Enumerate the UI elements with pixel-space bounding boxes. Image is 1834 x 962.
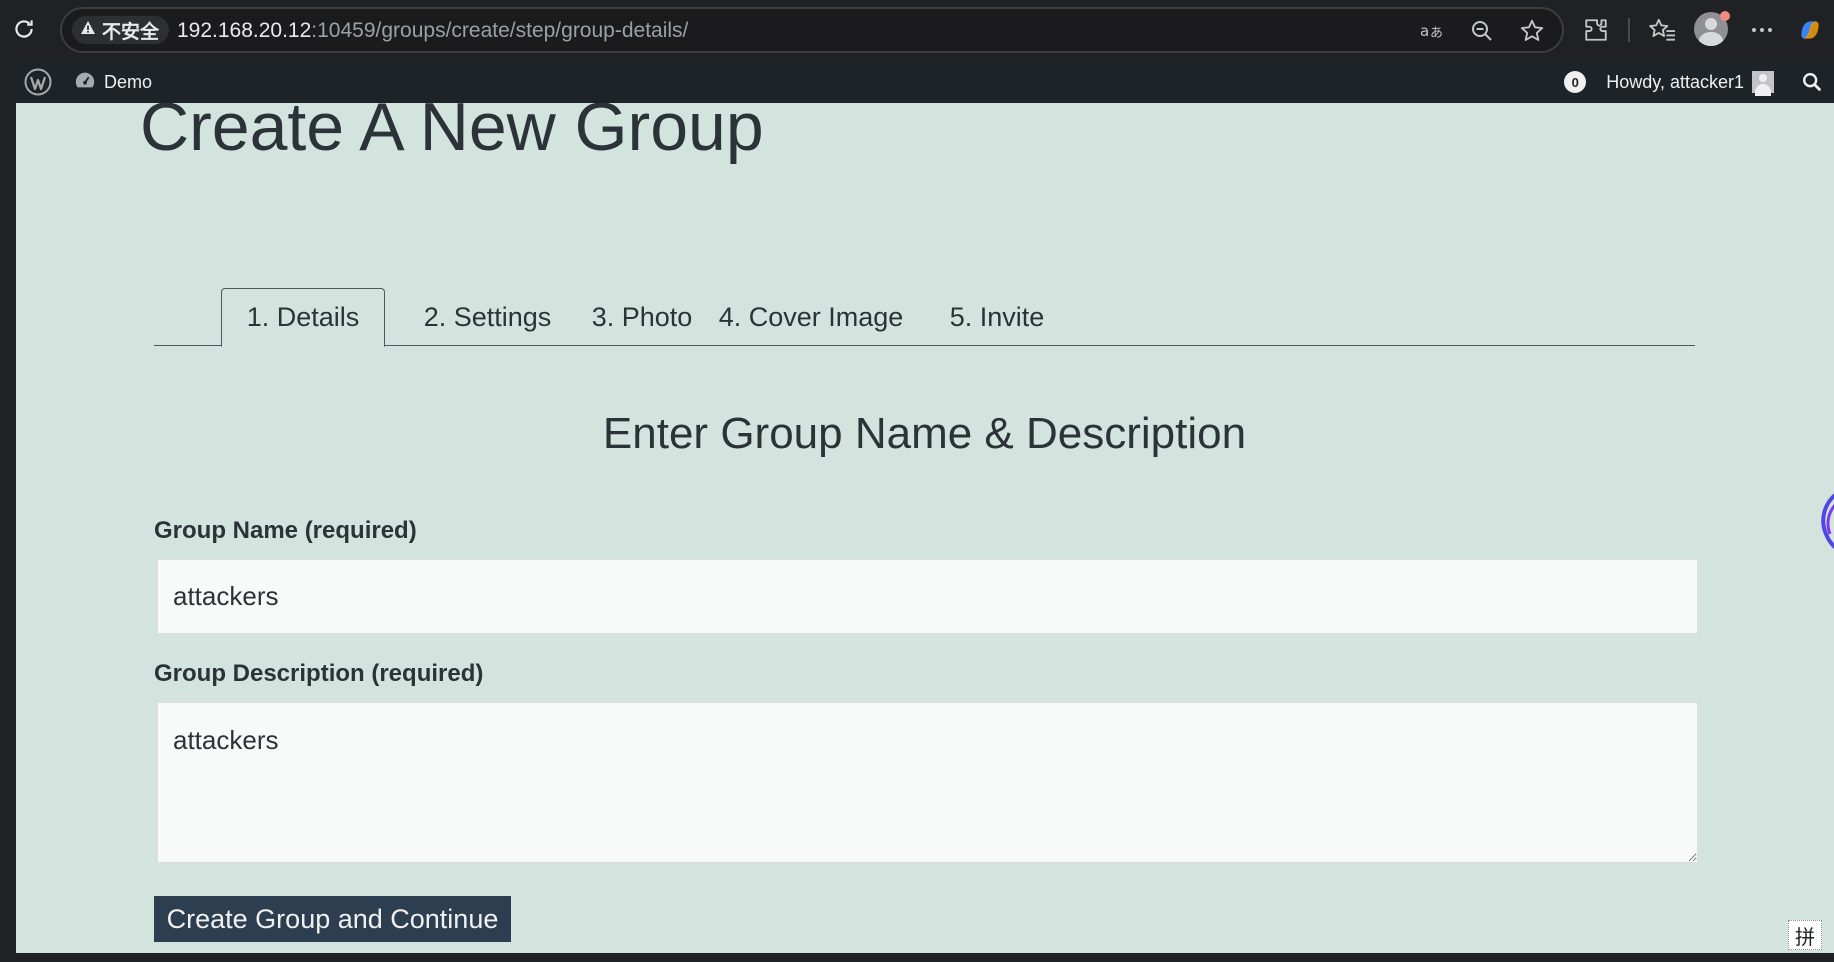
security-indicator[interactable]: 不安全 [72,16,170,44]
profile-avatar[interactable] [1694,11,1730,48]
tab-invite[interactable]: 5. Invite [918,288,1076,346]
wordpress-logo-icon[interactable] [24,68,52,96]
ime-indicator[interactable]: 拼 [1788,920,1822,950]
wp-admin-bar: Demo 0 Howdy, attacker1 [16,61,1834,103]
window-edge [0,103,16,962]
tab-details[interactable]: 1. Details [221,288,385,347]
favorites-icon[interactable] [1646,14,1678,46]
user-avatar-icon[interactable] [1752,71,1774,96]
create-group-button[interactable]: Create Group and Continue [154,896,511,942]
url-host: 192.168.20.12 [177,19,312,42]
url-text[interactable]: 192.168.20.12:10459/groups/create/step/g… [177,19,688,43]
howdy-user[interactable]: Howdy, attacker1 [1606,72,1744,93]
toolbar-divider [1628,18,1630,42]
tab-photo[interactable]: 3. Photo [576,288,708,346]
group-name-input[interactable] [157,559,1698,634]
window-edge-bottom [16,953,1834,962]
zoom-out-icon[interactable] [1466,15,1498,47]
browser-toolbar: 不安全 192.168.20.12:10459/groups/create/st… [0,0,1834,61]
url-path: :10459/groups/create/step/group-details/ [311,19,689,42]
dashboard-icon [74,69,96,96]
site-name-link[interactable]: Demo [74,61,152,103]
page-title: Create A New Group [140,103,764,165]
group-description-textarea[interactable]: attackers [157,702,1698,863]
copilot-icon[interactable] [1794,14,1826,46]
svg-text:a: a [1420,22,1429,40]
warning-icon [80,19,96,41]
group-description-label: Group Description (required) [154,660,484,687]
translate-icon[interactable]: aあ [1416,15,1448,47]
tab-settings[interactable]: 2. Settings [409,288,566,346]
section-heading: Enter Group Name & Description [602,409,1247,458]
favorite-star-icon[interactable] [1516,15,1548,47]
security-label: 不安全 [102,20,160,43]
reload-icon[interactable] [8,13,40,45]
page-content: Create A New Group 1. Details 2. Setting… [16,103,1834,953]
site-name: Demo [104,71,153,92]
more-menu-icon[interactable] [1746,14,1778,46]
address-bar[interactable]: 不安全 192.168.20.12:10459/groups/create/st… [60,7,1564,53]
group-name-label: Group Name (required) [154,517,417,544]
svg-text:あ: あ [1430,26,1443,41]
search-icon[interactable] [1796,61,1828,103]
notification-dot [1720,11,1730,21]
notification-count[interactable]: 0 [1564,71,1587,93]
extensions-icon[interactable] [1580,14,1612,46]
tab-cover-image[interactable]: 4. Cover Image [716,288,906,346]
sidebar-assistant-icon[interactable] [1818,490,1834,570]
